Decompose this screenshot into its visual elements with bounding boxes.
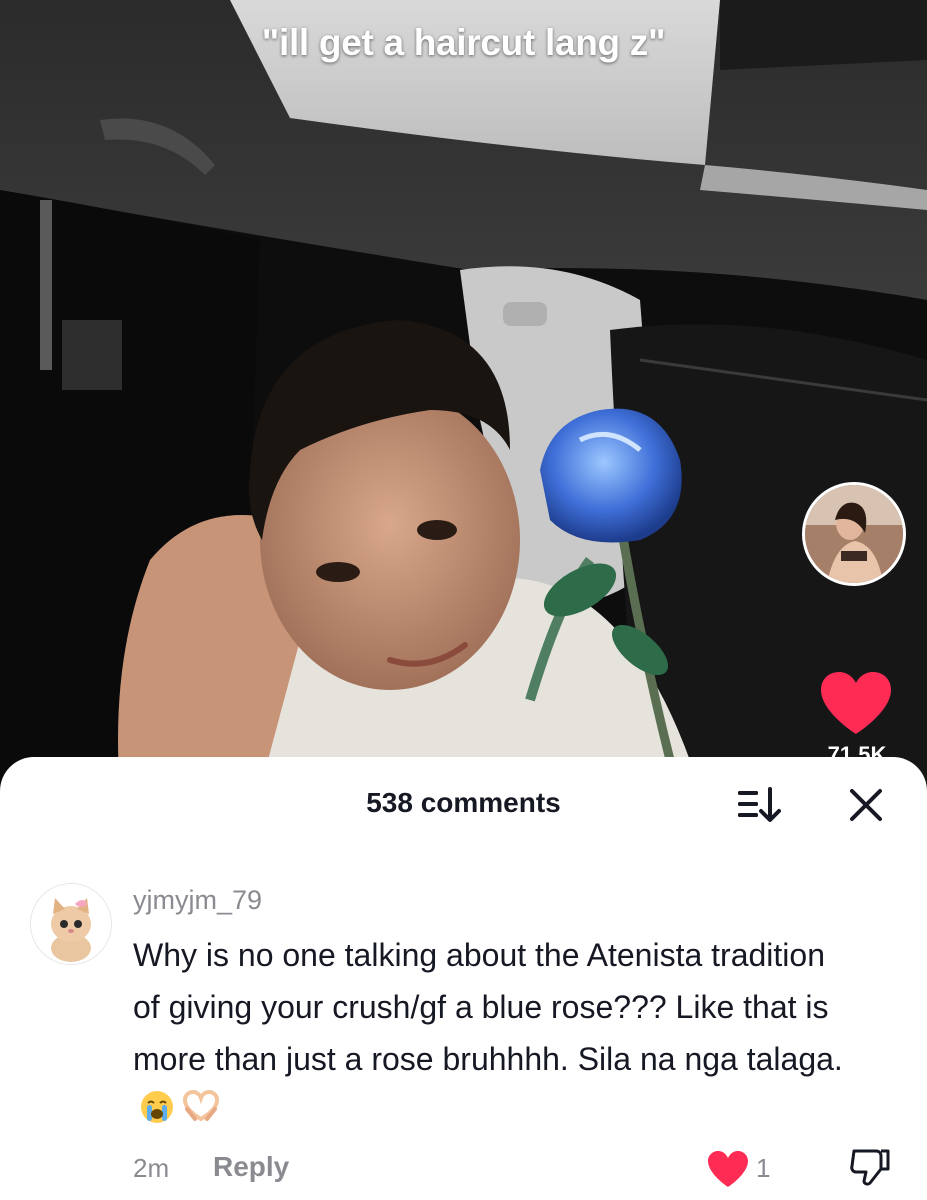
kitten-avatar-image <box>31 884 111 964</box>
video-caption: "ill get a haircut lang z" <box>261 22 666 63</box>
comment-username[interactable]: yjmyjm_79 <box>133 885 262 916</box>
comment-text: Why is no one talking about the Atenista… <box>133 937 843 1077</box>
comment-body: Why is no one talking about the Atenista… <box>133 929 853 1140</box>
comments-count-title: 538 comments <box>366 787 561 818</box>
comment-like-count: 1 <box>756 1153 771 1183</box>
creator-avatar[interactable] <box>802 482 906 586</box>
reply-button[interactable]: Reply <box>213 1151 289 1183</box>
heart-hands-icon <box>181 1088 221 1140</box>
commenter-avatar[interactable] <box>30 883 112 965</box>
comment-timestamp: 2m <box>133 1153 170 1183</box>
comment-item: yjmyjm_79 Why is no one talking about th… <box>0 877 927 1197</box>
like-heart-icon[interactable] <box>819 670 893 736</box>
comment-like-heart-icon[interactable] <box>706 1149 750 1189</box>
comments-sheet: 538 comments yjmyjm_79 Why is no one tal… <box>0 757 927 1200</box>
loudly-crying-face-icon <box>139 1088 175 1140</box>
close-icon[interactable] <box>846 785 886 825</box>
video-frame <box>0 0 927 790</box>
creator-avatar-image <box>805 485 903 583</box>
video-player[interactable]: "ill get a haircut lang z" 71.5K <box>0 0 927 790</box>
sort-icon[interactable] <box>736 785 786 825</box>
dislike-icon[interactable] <box>848 1145 892 1189</box>
